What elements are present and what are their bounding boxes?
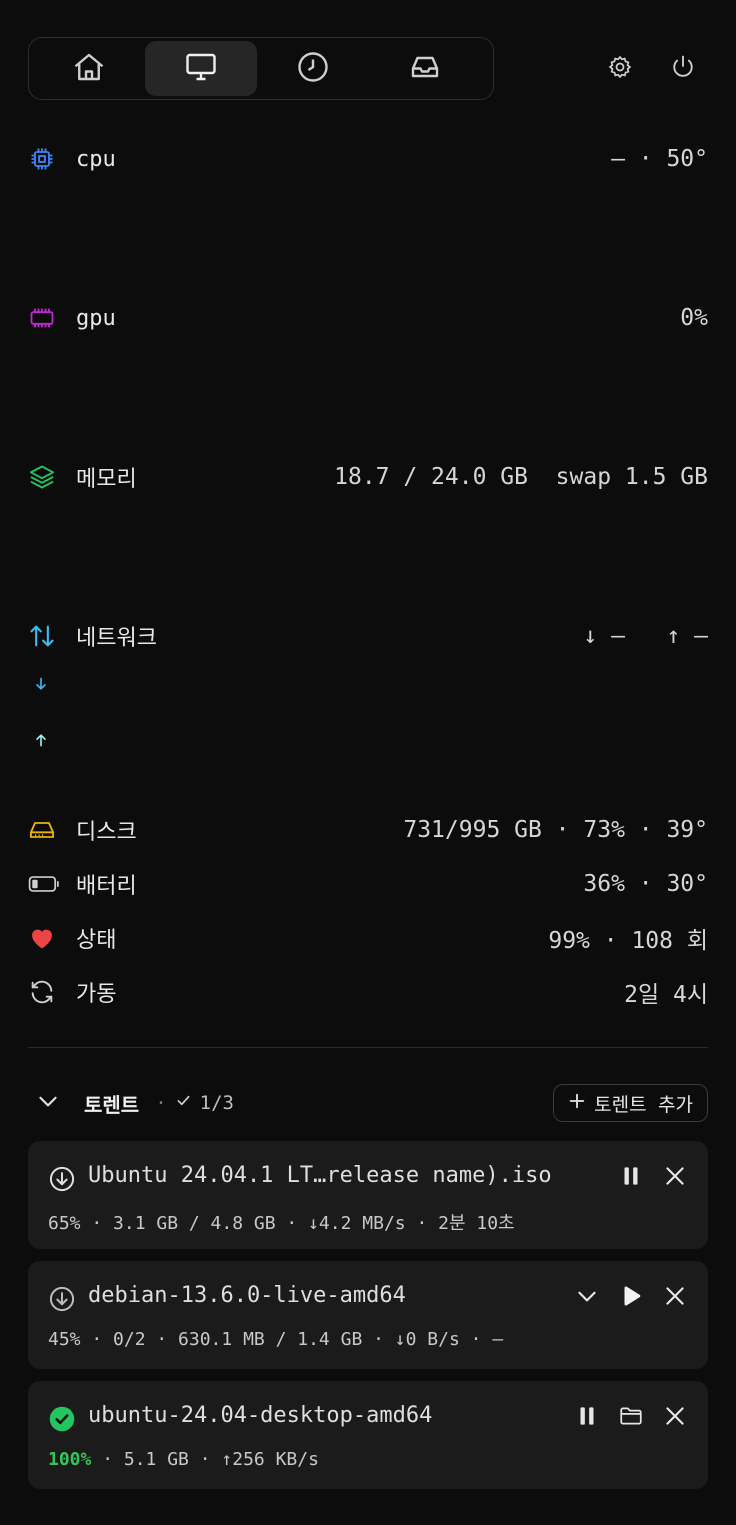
settings-button[interactable]	[603, 52, 637, 86]
close-icon	[662, 1163, 688, 1193]
collapse-torrents-button[interactable]	[28, 1084, 68, 1122]
metric-value: — · 50°	[611, 146, 708, 172]
torrent-section-header: 토렌트 · 1/3 토렌트 추가	[28, 1084, 708, 1122]
remove-button[interactable]	[660, 1401, 690, 1435]
close-icon	[662, 1283, 688, 1313]
download-circle-icon	[48, 1285, 76, 1313]
network-arrows-icon	[28, 620, 60, 652]
torrent-count: · 1/3	[155, 1092, 234, 1114]
torrent-details: · 0/2 · 630.1 MB / 1.4 GB · ↓0 B/s · —	[80, 1329, 504, 1350]
clock-icon	[295, 49, 331, 89]
view-switcher	[28, 37, 494, 100]
chevron-down-icon	[574, 1283, 600, 1313]
cpu-icon	[28, 143, 60, 175]
tab-history[interactable]	[257, 41, 369, 96]
torrent-name: ubuntu-24.04-desktop-amd64	[88, 1403, 433, 1428]
metric-label: 가동	[76, 982, 117, 1007]
tab-inbox[interactable]	[369, 41, 481, 96]
layers-icon	[28, 461, 60, 493]
torrent-percent: 45%	[48, 1329, 81, 1350]
torrent-percent: 65%	[48, 1213, 81, 1234]
folder-icon	[618, 1403, 644, 1433]
torrent-name: debian-13.6.0-live-amd64	[88, 1283, 406, 1308]
metric-battery: 배터리 36% · 30°	[28, 867, 708, 901]
add-torrent-label: 토렌트 추가	[594, 1093, 693, 1116]
plus-icon	[568, 1092, 586, 1115]
metric-value: 36% · 30°	[583, 871, 708, 897]
metric-disk: 디스크 731/995 GB · 73% · 39°	[28, 813, 708, 847]
tab-system[interactable]	[145, 41, 257, 96]
metric-network: 네트워크 ↓ — ↑ —	[28, 619, 708, 653]
resume-button[interactable]	[616, 1281, 646, 1315]
download-arrow-icon	[33, 676, 53, 696]
pause-button[interactable]	[572, 1401, 602, 1435]
torrent-count-value: 1/3	[199, 1092, 234, 1114]
metric-value: 0%	[680, 305, 708, 331]
pause-icon	[618, 1163, 644, 1193]
metric-uptime: 가동 2일 4시	[28, 975, 708, 1009]
metric-label: 메모리	[76, 467, 137, 492]
remove-button[interactable]	[660, 1161, 690, 1195]
monitor-icon	[183, 49, 219, 89]
section-divider	[28, 1047, 708, 1048]
metric-label: cpu	[76, 146, 116, 172]
close-icon	[662, 1403, 688, 1433]
add-torrent-button[interactable]: 토렌트 추가	[553, 1084, 708, 1122]
pause-button[interactable]	[616, 1161, 646, 1195]
metric-value: ↓ — ↑ —	[583, 623, 708, 649]
gpu-icon	[28, 302, 60, 334]
metric-value: 18.7 / 24.0 GB swap 1.5 GB	[334, 464, 708, 490]
power-icon	[669, 53, 697, 85]
pause-icon	[574, 1403, 600, 1433]
metric-value: 2일 4시	[624, 982, 708, 1008]
battery-icon	[28, 868, 60, 900]
metric-label: gpu	[76, 305, 116, 331]
torrent-section-title: 토렌트	[84, 1092, 140, 1117]
torrent-percent: 100%	[48, 1449, 92, 1470]
torrent-name: Ubuntu 24.04.1 LT…release name).iso	[88, 1163, 552, 1188]
check-icon	[175, 1092, 192, 1114]
metric-health: 상태 99% · 108 회	[28, 921, 708, 955]
open-folder-button[interactable]	[616, 1401, 646, 1435]
upload-arrow-icon	[33, 732, 53, 752]
expand-files-button[interactable]	[572, 1281, 602, 1315]
remove-button[interactable]	[660, 1281, 690, 1315]
settings-icon	[606, 53, 634, 85]
home-icon	[71, 49, 107, 89]
refresh-icon	[28, 976, 60, 1008]
torrent-details: · 5.1 GB · ↑256 KB/s	[91, 1449, 319, 1470]
torrent-meta: 45% · 0/2 · 630.1 MB / 1.4 GB · ↓0 B/s ·…	[48, 1329, 503, 1350]
metric-label: 디스크	[76, 820, 137, 845]
metric-gpu: gpu 0%	[28, 301, 708, 335]
inbox-icon	[407, 49, 443, 89]
disk-icon	[28, 814, 60, 846]
torrent-details: · 3.1 GB / 4.8 GB · ↓4.2 MB/s · 2분 10초	[80, 1213, 515, 1234]
metric-cpu: cpu — · 50°	[28, 142, 708, 176]
metric-label: 네트워크	[76, 626, 157, 651]
tab-home[interactable]	[33, 41, 145, 96]
heart-icon	[28, 922, 60, 954]
torrent-meta: 100% · 5.1 GB · ↑256 KB/s	[48, 1449, 319, 1470]
power-button[interactable]	[666, 52, 700, 86]
torrent-card: debian-13.6.0-live-amd64 45% · 0/2 · 630…	[28, 1261, 708, 1369]
torrent-meta: 65% · 3.1 GB / 4.8 GB · ↓4.2 MB/s · 2분 1…	[48, 1209, 515, 1235]
metric-memory: 메모리 18.7 / 24.0 GB swap 1.5 GB	[28, 460, 708, 494]
play-icon	[618, 1283, 644, 1313]
metric-value: 731/995 GB · 73% · 39°	[403, 817, 708, 843]
torrent-card: ubuntu-24.04-desktop-amd64 100% · 5.1 GB…	[28, 1381, 708, 1489]
download-circle-icon	[48, 1165, 76, 1193]
metric-value: 99% · 108 회	[548, 928, 708, 954]
metric-label: 배터리	[76, 874, 137, 899]
metric-label: 상태	[76, 928, 117, 953]
chevron-down-icon	[35, 1088, 61, 1118]
torrent-card: Ubuntu 24.04.1 LT…release name).iso 65% …	[28, 1141, 708, 1249]
check-circle-icon	[48, 1405, 76, 1433]
